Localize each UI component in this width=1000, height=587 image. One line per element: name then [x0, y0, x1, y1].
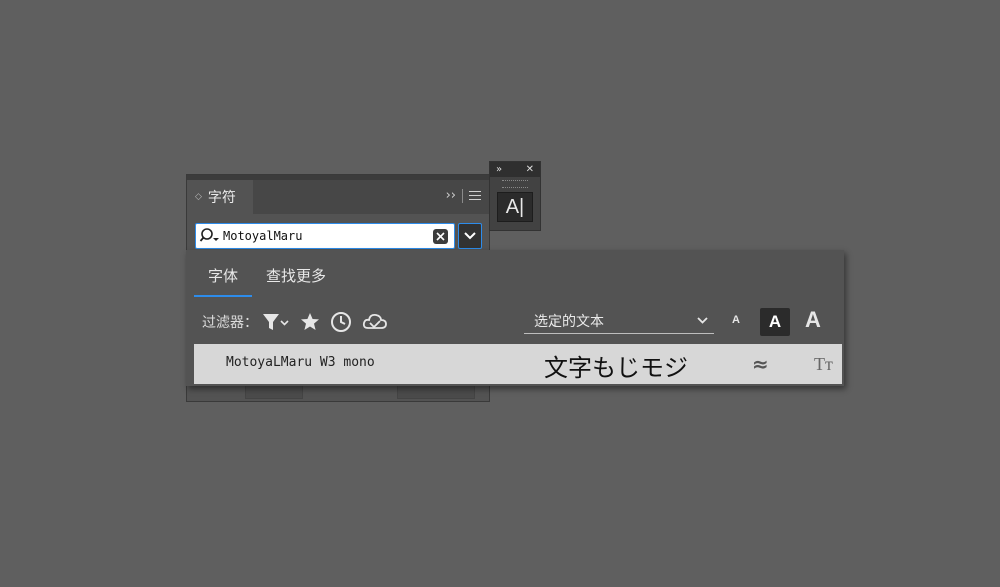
font-search-row — [195, 223, 482, 249]
panel-tools: ›› — [446, 188, 481, 203]
mini-panel-title-bar[interactable]: » ✕ — [490, 162, 540, 177]
tab-character-label: 字符 — [207, 190, 236, 206]
expand-chevrons-icon[interactable]: ›› — [446, 188, 456, 203]
font-search-input[interactable] — [221, 226, 433, 246]
panel-menu-icon[interactable] — [469, 190, 481, 201]
font-dropdown-popup: 字体 查找更多 过滤器： 选定的文本 A A A MotoyaLMaru W3 … — [186, 250, 844, 386]
search-icon[interactable] — [199, 226, 221, 246]
filter-row: 过滤器： 选定的文本 A A A — [202, 307, 832, 336]
font-name: MotoyaLMaru W3 mono — [226, 355, 375, 370]
font-search-box[interactable] — [195, 223, 455, 249]
tab-character[interactable]: ◇ 字符 — [187, 180, 253, 214]
panel-tab-row: ◇ 字符 ›› — [187, 180, 489, 214]
drag-grip[interactable] — [502, 180, 528, 188]
font-type-icon: Tт — [814, 354, 833, 374]
show-similar-icon[interactable]: ≈ — [752, 352, 769, 376]
preview-text-value: 选定的文本 — [534, 313, 604, 330]
tools-divider — [462, 188, 463, 203]
filter-funnel-icon[interactable] — [262, 312, 290, 332]
expand-panel-icon[interactable]: » — [496, 164, 502, 175]
font-list-dropdown-button[interactable] — [458, 223, 482, 249]
filter-label: 过滤器： — [202, 315, 258, 331]
tab-fonts[interactable]: 字体 — [194, 260, 253, 297]
chevron-down-icon — [464, 232, 476, 240]
preview-text-select[interactable]: 选定的文本 — [524, 308, 714, 334]
character-panel-icon[interactable]: A| — [497, 192, 533, 222]
preview-size-medium-button[interactable]: A — [760, 308, 790, 336]
preview-size-large-button[interactable]: A — [805, 307, 821, 333]
activated-fonts-cloud-icon[interactable] — [362, 312, 388, 332]
close-icon — [436, 231, 445, 241]
recent-clock-icon[interactable] — [330, 311, 352, 333]
collapse-arrows-icon[interactable]: ◇ — [195, 192, 202, 202]
font-result-row[interactable]: MotoyaLMaru W3 mono 文字もじモジ ≈ Tт — [194, 344, 842, 384]
mini-glyph-panel: » ✕ A| — [489, 161, 541, 231]
clear-search-button[interactable] — [433, 228, 448, 244]
popup-tabs: 字体 查找更多 — [194, 260, 340, 297]
close-panel-icon[interactable]: ✕ — [526, 164, 534, 175]
chevron-down-icon — [697, 317, 708, 324]
font-sample-text: 文字もじモジ — [544, 354, 688, 382]
favorites-star-icon[interactable] — [300, 312, 320, 332]
tab-find-more[interactable]: 查找更多 — [252, 260, 340, 296]
preview-size-small-button[interactable]: A — [732, 314, 740, 326]
